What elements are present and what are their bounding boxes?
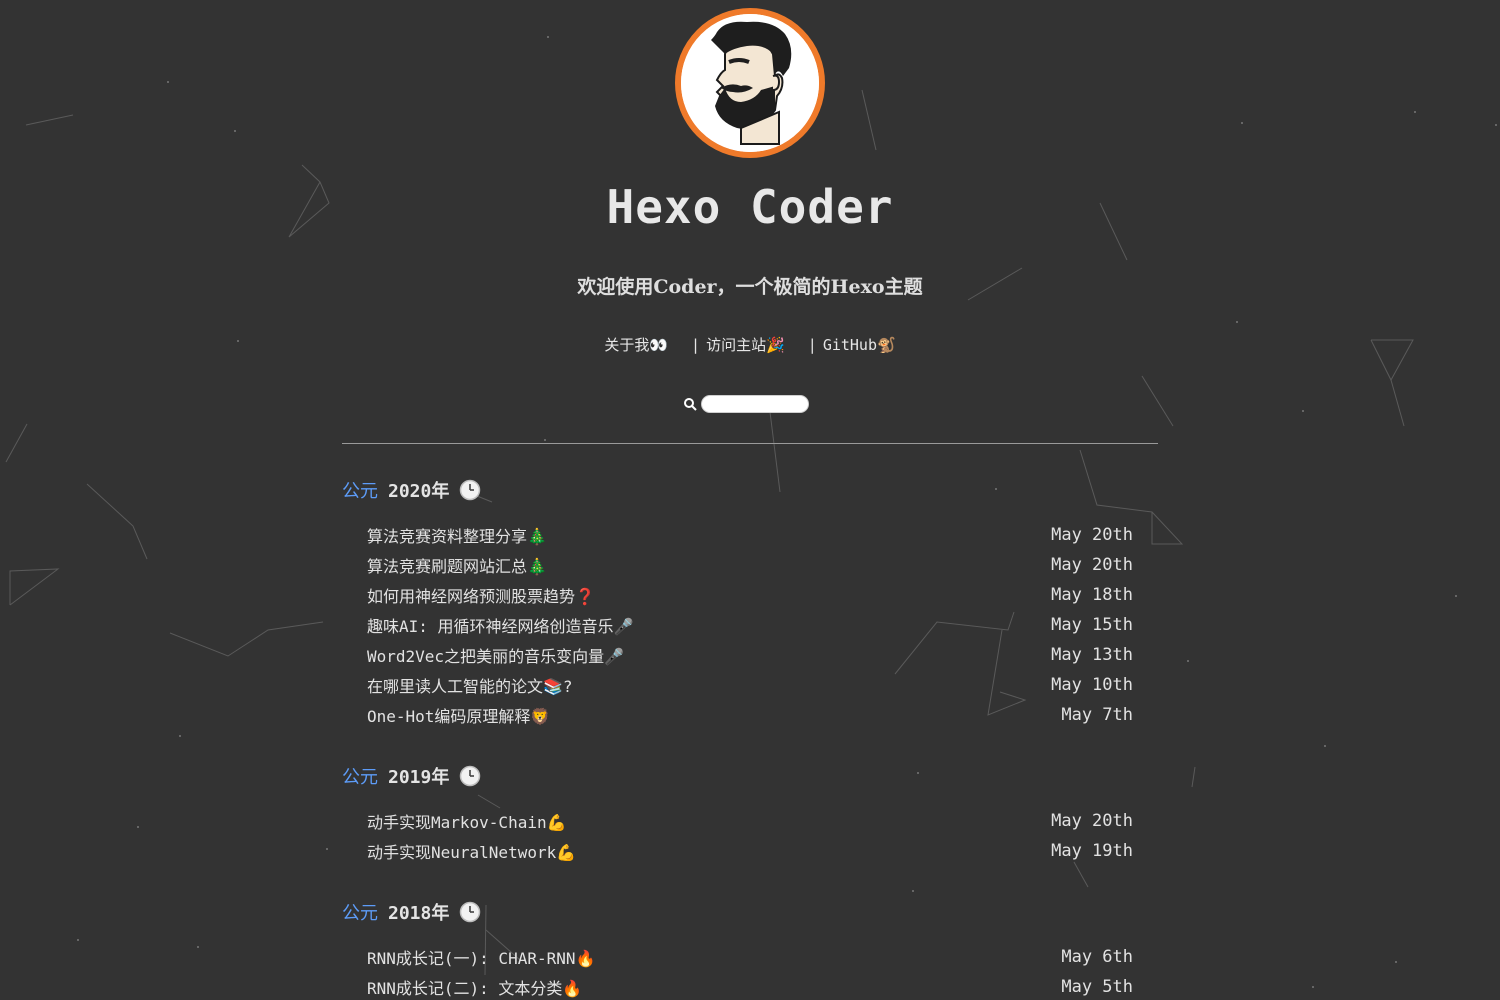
year-section-2020: 公元 2020年 算法竞赛资料整理分享🎄 May 20th 算法竞赛刷题网站汇总… — [342, 474, 1158, 730]
post-item: RNN成长记(一): CHAR-RNN🔥 May 6th — [342, 942, 1158, 972]
post-date: May 20th — [1051, 811, 1133, 831]
post-date: May 20th — [1051, 525, 1133, 545]
year-section-2018: 公元 2018年 RNN成长记(一): CHAR-RNN🔥 May 6th RN… — [342, 896, 1158, 1000]
post-date: May 18th — [1051, 585, 1133, 605]
post-title-link[interactable]: 算法竞赛资料整理分享🎄 — [367, 523, 547, 547]
post-date: May 10th — [1051, 675, 1133, 695]
year-heading: 公元 2018年 — [342, 896, 1158, 928]
post-item: 趣味AI: 用循环神经网络创造音乐🎤 May 15th — [342, 610, 1158, 640]
clock-icon — [460, 479, 481, 501]
clock-icon — [460, 901, 481, 923]
page: Hexo Coder 欢迎使用Coder，一个极简的Hexo主题 关于我👀 | 访… — [0, 0, 1500, 1000]
post-item: 在哪里读人工智能的论文📚? May 10th — [342, 670, 1158, 700]
post-date: May 20th — [1051, 555, 1133, 575]
site-subtitle: 欢迎使用Coder，一个极简的Hexo主题 — [577, 276, 923, 298]
post-title-link[interactable]: 如何用神经网络预测股票趋势❓ — [367, 583, 595, 607]
post-list: RNN成长记(一): CHAR-RNN🔥 May 6th RNN成长记(二): … — [342, 942, 1158, 1000]
post-list: 算法竞赛资料整理分享🎄 May 20th 算法竞赛刷题网站汇总🎄 May 20t… — [342, 520, 1158, 730]
header-divider — [342, 443, 1158, 444]
search-bar — [683, 394, 809, 414]
search-input[interactable] — [701, 395, 809, 413]
post-title-link[interactable]: One-Hot编码原理解释🦁 — [367, 703, 550, 727]
post-date: May 19th — [1051, 841, 1133, 861]
post-item: 算法竞赛资料整理分享🎄 May 20th — [342, 520, 1158, 550]
post-title-link[interactable]: 算法竞赛刷题网站汇总🎄 — [367, 553, 547, 577]
post-title-link[interactable]: Word2Vec之把美丽的音乐变向量🎤 — [367, 643, 624, 667]
nav-link-about[interactable]: 关于我👀 — [604, 336, 668, 354]
nav-separator: | — [691, 336, 701, 354]
post-date: May 7th — [1061, 705, 1133, 725]
year-section-2019: 公元 2019年 动手实现Markov-Chain💪 May 20th 动手实现… — [342, 760, 1158, 866]
post-item: 如何用神经网络预测股票趋势❓ May 18th — [342, 580, 1158, 610]
year-heading: 公元 2020年 — [342, 474, 1158, 506]
post-title-link[interactable]: 在哪里读人工智能的论文📚? — [367, 673, 573, 697]
post-list: 动手实现Markov-Chain💪 May 20th 动手实现NeuralNet… — [342, 806, 1158, 866]
post-title-link[interactable]: 趣味AI: 用循环神经网络创造音乐🎤 — [367, 613, 633, 637]
post-date: May 15th — [1051, 615, 1133, 635]
post-item: 动手实现Markov-Chain💪 May 20th — [342, 806, 1158, 836]
year-heading: 公元 2019年 — [342, 760, 1158, 792]
bearded-man-avatar-icon — [681, 14, 819, 152]
post-item: 动手实现NeuralNetwork💪 May 19th — [342, 836, 1158, 866]
post-date: May 6th — [1061, 947, 1133, 967]
archive-list: 公元 2020年 算法竞赛资料整理分享🎄 May 20th 算法竞赛刷题网站汇总… — [342, 474, 1158, 1000]
main-nav: 关于我👀 | 访问主站🎉 | GitHub🐒 — [0, 334, 1500, 355]
year-era: 公元 — [342, 481, 378, 502]
post-date: May 5th — [1061, 977, 1133, 997]
clock-icon — [460, 765, 481, 787]
year-number: 2019年 — [388, 767, 450, 788]
post-item: One-Hot编码原理解释🦁 May 7th — [342, 700, 1158, 730]
post-title-link[interactable]: 动手实现Markov-Chain💪 — [367, 809, 567, 833]
post-item: RNN成长记(二): 文本分类🔥 May 5th — [342, 972, 1158, 1000]
nav-link-main-site[interactable]: 访问主站🎉 — [706, 336, 785, 354]
year-era: 公元 — [342, 767, 378, 788]
post-title-link[interactable]: 动手实现NeuralNetwork💪 — [367, 839, 576, 863]
post-item: Word2Vec之把美丽的音乐变向量🎤 May 13th — [342, 640, 1158, 670]
nav-link-github[interactable]: GitHub🐒 — [823, 336, 896, 354]
search-icon[interactable] — [683, 397, 697, 411]
post-date: May 13th — [1051, 645, 1133, 665]
site-title: Hexo Coder — [606, 180, 894, 234]
year-era: 公元 — [342, 903, 378, 924]
year-number: 2018年 — [388, 903, 450, 924]
year-number: 2020年 — [388, 481, 450, 502]
post-item: 算法竞赛刷题网站汇总🎄 May 20th — [342, 550, 1158, 580]
nav-separator: | — [807, 336, 817, 354]
post-title-link[interactable]: RNN成长记(一): CHAR-RNN🔥 — [367, 945, 595, 969]
avatar[interactable] — [675, 8, 825, 158]
post-title-link[interactable]: RNN成长记(二): 文本分类🔥 — [367, 975, 582, 999]
